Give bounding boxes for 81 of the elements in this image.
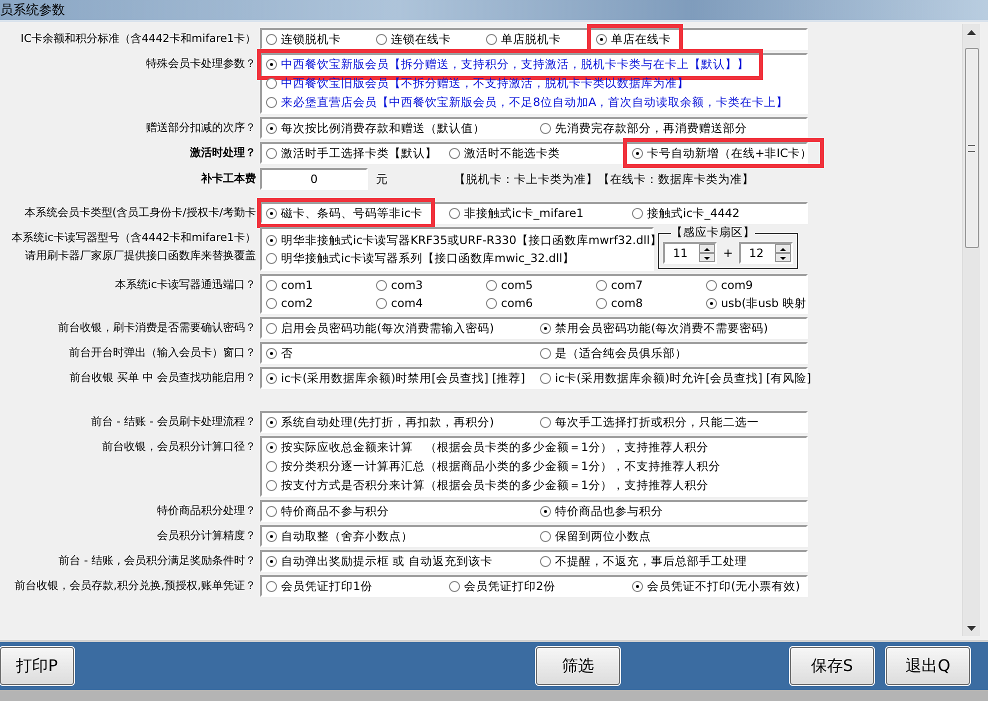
- radio-option[interactable]: 磁卡、条码、号码等非ic卡: [266, 205, 423, 221]
- setting-label: 本系统ic卡读写器通迅端口？: [114, 277, 256, 293]
- radio-option[interactable]: 明华非接触式ic卡读写器KRF35或URF-R330【接口函数库mwrf32.dll】: [266, 232, 662, 248]
- setting-label: 请用刷卡器厂家原厂提供接口函数库来替换覆盖: [25, 248, 256, 264]
- spin-field[interactable]: 11: [663, 242, 717, 264]
- radio-option[interactable]: 单店脱机卡: [486, 31, 561, 47]
- setting-label: 赠送部分扣减的次序？: [146, 120, 256, 136]
- window-title: 员系统参数: [0, 2, 65, 19]
- radio-option[interactable]: 明华接触式ic卡读写器系列【接口函数库mwic_32.dll】: [266, 250, 574, 266]
- setting-label: 前台 - 结账 , 会员积分满足奖励条件时？: [58, 553, 256, 569]
- radio-option[interactable]: 否: [266, 345, 293, 361]
- spin-arrows-icon[interactable]: [698, 244, 715, 262]
- radio-option[interactable]: 特价商品不参与积分: [266, 503, 389, 519]
- radio-option[interactable]: com8: [596, 295, 643, 311]
- radio-option[interactable]: 是（适合纯会员俱乐部）: [540, 345, 687, 361]
- setting-label: 本系统会员卡类型(含员工身份卡/授权卡/考勤卡: [24, 205, 256, 221]
- radio-option[interactable]: com2: [266, 295, 313, 311]
- radio-option[interactable]: ic卡(采用数据库余额)时禁用[会员查找] [推荐]: [266, 370, 526, 386]
- action-button[interactable]: 打印P: [0, 647, 74, 685]
- setting-label: 激活时处理？: [190, 145, 256, 161]
- radio-option[interactable]: 保留到两位小数点: [540, 528, 651, 544]
- radio-option[interactable]: 每次按比例消费存款和赠送（默认值）: [266, 120, 485, 136]
- spin-arrows-icon[interactable]: [775, 244, 791, 262]
- setting-label: 前台收银，会员积分计算口径？: [102, 439, 256, 455]
- action-button[interactable]: 退出Q: [886, 647, 970, 685]
- radio-option[interactable]: 禁用会员密码功能(每次消费不需要密码): [540, 320, 768, 336]
- radio-option[interactable]: 不提醒，不返充，事后总部手工处理: [540, 553, 747, 569]
- radio-option[interactable]: com7: [596, 277, 643, 293]
- radio-option[interactable]: 非接触式ic卡_mifare1: [449, 205, 584, 221]
- radio-option[interactable]: 接触式ic卡_4442: [632, 205, 740, 221]
- fee-note: 【脱机卡：卡上卡类为准】【在线卡：数据库卡类为准】: [454, 172, 754, 186]
- radio-option[interactable]: 每次手工选择打折或积分，只能二选一: [540, 414, 759, 430]
- setting-label: 前台收银，会员存款,积分兑换,预授权,账单凭证？: [14, 578, 256, 594]
- radio-option[interactable]: usb(非usb 映射: [706, 295, 806, 311]
- setting-label: 补卡工本费: [201, 171, 256, 187]
- radio-option[interactable]: 启用会员密码功能(每次消费需输入密码): [266, 320, 494, 336]
- group-title: 【感应卡扇区】: [671, 225, 755, 240]
- radio-option[interactable]: 按实际应收总金额来计算 （根据会员卡类的多少金额＝1分），支持推荐人积分: [266, 440, 708, 456]
- radio-option[interactable]: 会员凭证打印1份: [266, 578, 372, 594]
- radio-option[interactable]: 按分类积分逐一计算再汇总（根据商品小类的多少金额＝1分），不支持推荐人积分: [266, 458, 720, 474]
- radio-option[interactable]: 按支付方式是否积分来计算（根据会员卡类的多少金额＝1分），支持推荐人积分: [266, 478, 708, 494]
- radio-option[interactable]: 系统自动处理(先打折，再扣款，再积分): [266, 414, 494, 430]
- setting-label: 前台收银，刷卡消费是否需要确认密码？: [58, 320, 256, 336]
- radio-option[interactable]: 连锁脱机卡: [266, 31, 341, 47]
- radio-option[interactable]: 来必堡直营店会员【中西餐饮宝新版会员，不足8位自动加A，首次自动读取余额，卡类在卡上】: [266, 94, 788, 110]
- radio-option[interactable]: 自动弹出奖励提示框 或 自动返充到该卡: [266, 553, 492, 569]
- action-button[interactable]: 筛选: [536, 647, 620, 685]
- radio-option[interactable]: ic卡(采用数据库余额)时允许[会员查找] [有风险]: [540, 370, 812, 386]
- radio-option[interactable]: 特价商品也参与积分: [540, 503, 663, 519]
- setting-label: 前台开台时弹出（输入会员卡）窗口？: [69, 345, 256, 361]
- plus-sign: +: [722, 246, 734, 260]
- radio-option[interactable]: com4: [376, 295, 423, 311]
- radio-option[interactable]: 卡号自动新增（在线+非IC卡）: [632, 145, 812, 161]
- radio-option[interactable]: 会员凭证打印2份: [449, 578, 556, 594]
- radio-option[interactable]: com5: [486, 277, 533, 293]
- radio-option[interactable]: 中西餐饮宝新版会员【拆分赠送，支持积分，支持激活，脱机卡卡类与在卡上【默认】】: [266, 56, 749, 72]
- setting-label: 前台 - 结账 - 会员刷卡处理流程？: [91, 414, 256, 430]
- setting-label: 会员积分计算精度？: [157, 528, 256, 544]
- radio-option[interactable]: 激活时手工选择卡类【默认】: [266, 145, 437, 161]
- scroll-thumb[interactable]: [964, 48, 978, 248]
- radio-option[interactable]: com9: [706, 277, 753, 293]
- radio-option[interactable]: 中西餐饮宝旧版会员【不拆分赠送，不支持激活，脱机卡卡类以数据库为准】: [266, 76, 689, 92]
- radio-option[interactable]: 会员凭证不打印(无小票有效): [632, 578, 800, 594]
- unit-label: 元: [376, 172, 388, 186]
- radio-option[interactable]: 连锁在线卡: [376, 31, 451, 47]
- setting-label: 本系统ic卡读写器型号（含4442卡和mifare1卡）: [11, 230, 256, 246]
- fee-input-field[interactable]: 0: [260, 168, 368, 190]
- radio-option[interactable]: com1: [266, 277, 313, 293]
- radio-option[interactable]: com3: [376, 277, 423, 293]
- spin-field[interactable]: 12: [739, 242, 793, 264]
- vertical-scrollbar[interactable]: [962, 24, 980, 636]
- radio-option[interactable]: 激活时不能选卡类: [449, 145, 560, 161]
- setting-label: 特价商品积分处理？: [157, 503, 256, 519]
- setting-label: IC卡余额和积分标准（含4442卡和mifare1卡）: [20, 31, 256, 47]
- radio-option[interactable]: 自动取整（舍弃小数点）: [266, 528, 413, 544]
- radio-option[interactable]: 先消费完存款部分，再消费赠送部分: [540, 120, 747, 136]
- setting-label: 前台收银 买单 中 会员查找功能启用？: [70, 370, 256, 386]
- setting-label: 特殊会员卡处理参数？: [146, 56, 256, 72]
- action-button[interactable]: 保存S: [790, 647, 874, 685]
- radio-option[interactable]: 单店在线卡: [596, 31, 671, 47]
- radio-option[interactable]: com6: [486, 295, 533, 311]
